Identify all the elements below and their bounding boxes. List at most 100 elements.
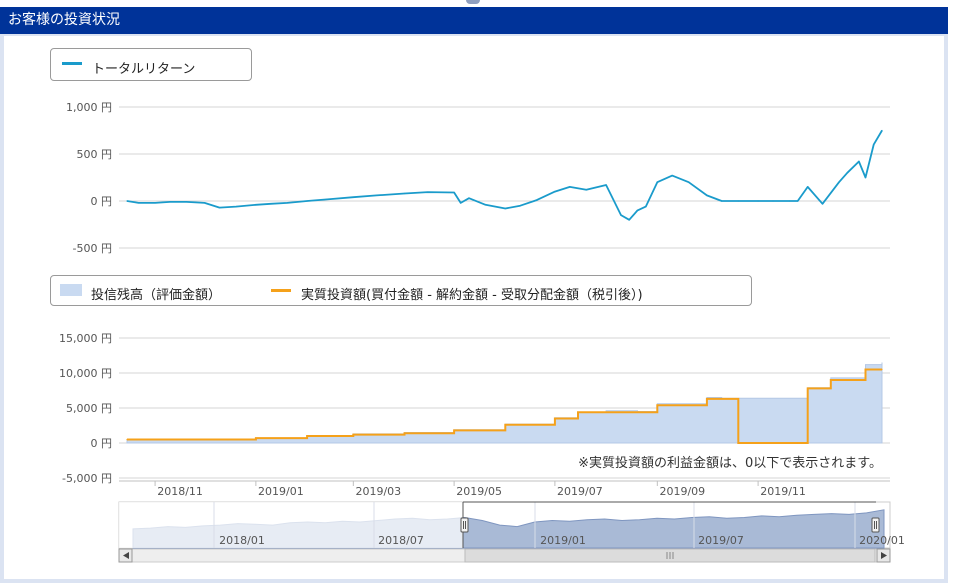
invested-point [864,368,867,371]
invested-point [605,411,607,413]
balance-chart: 15,000 円 10,000 円 5,000 円 0 円 -5,000 円 2018/1… [59,332,890,498]
invested-point [721,398,723,400]
invested-point [306,435,308,437]
return-point [656,181,658,183]
return-point [255,204,257,206]
return-point [737,200,739,202]
invested-point [577,411,579,413]
return-point [628,219,630,221]
top-y-tick-label: 500 円 [77,148,113,161]
bottom-x-tick-label: 2019/07 [557,485,603,498]
return-point [605,184,607,186]
return-point [864,176,867,179]
return-point [126,200,128,202]
top-y-tick-label: 1,000 円 [66,101,112,114]
invested-point [830,379,832,381]
invested-point [227,438,229,441]
bottom-y-tick-label: -5,000 円 [62,472,112,485]
return-point [218,207,221,209]
bottom-x-tick-label: 2019/03 [355,485,401,498]
bottom-x-tick-label: 2019/09 [659,485,705,498]
return-chart: 1,000 円 500 円 0 円 -500 円 [66,101,890,255]
bottom-x-tick-label: 2019/11 [760,485,806,498]
return-point [403,192,406,195]
return-point [757,200,759,202]
bottom-y-tick-label: 5,000 円 [66,402,112,415]
bottom-y-tick-label: 10,000 円 [59,367,112,380]
return-point [536,199,538,201]
return-point [204,202,206,204]
invested-point [881,368,883,371]
invested-point [255,437,257,439]
invested-point [504,424,506,426]
return-point [375,194,378,196]
top-y-tick-label: -500 円 [73,242,112,255]
return-point [569,186,571,188]
chart-canvas: 1,000 円 500 円 0 円 -500 円 15,000 円 10,000 円 5,… [59,101,905,563]
return-point [306,200,308,202]
invested-point [807,387,809,389]
invested-point [403,432,406,434]
return-point [821,203,824,205]
navigator-x-tick-label: 2019/07 [698,534,744,547]
return-point [329,198,331,200]
navigator-x-tick-label: 2019/01 [540,534,586,547]
invested-point [636,411,639,413]
return-point [504,207,506,210]
return-point [169,201,171,203]
return-point [772,200,774,202]
return-point [706,194,708,196]
invested-point [126,438,128,441]
return-point [484,204,487,206]
return-point [797,200,799,202]
invested-point [453,429,455,431]
return-point [519,205,521,207]
return-point [807,186,809,188]
bottom-x-tick-label: 2019/01 [258,485,304,498]
bottom-y-tick-label: 0 円 [91,437,113,450]
return-point [138,202,140,204]
range-navigator[interactable]: 2018/01 2018/07 2019/01 2019/07 2020/01 [118,501,905,563]
invested-point [554,417,556,420]
return-point [838,181,840,183]
return-point [286,202,288,204]
return-point [721,200,723,202]
navigator-right-handle[interactable] [871,517,880,533]
return-point [154,202,156,204]
return-point [788,200,791,202]
invested-point [656,404,658,406]
return-point [185,201,188,203]
return-point [468,197,470,199]
top-y-tick-label: 0 円 [91,195,113,208]
return-point [585,189,587,191]
return-point [645,206,647,208]
bottom-y-tick-label: 15,000 円 [59,332,112,345]
return-point [460,202,462,204]
return-series-line [126,130,883,221]
navigator-x-tick-label: 2020/01 [859,534,905,547]
bottom-x-tick-label: 2019/05 [456,485,502,498]
return-point [427,191,429,193]
return-point [620,214,622,216]
return-point [636,209,639,211]
navigator-x-tick-label: 2018/07 [378,534,424,547]
return-point [453,191,455,194]
chart-note: ※実質投資額の利益金額は、0以下で表示されます。 [578,455,882,471]
return-point [688,181,690,183]
navigator-x-tick-label: 2018/01 [219,534,265,547]
return-point [554,191,556,193]
bottom-x-tick-label: 2018/11 [157,485,203,498]
return-point [270,203,272,205]
navigator-left-handle[interactable] [460,517,469,533]
return-point [873,144,875,146]
return-point [671,175,673,177]
return-point [352,196,354,198]
return-point [858,160,860,163]
invested-point [797,442,799,444]
return-point [846,172,848,174]
return-point [881,129,883,132]
invested-point [352,434,354,436]
return-point [235,206,237,208]
invested-point [706,398,708,400]
invested-point [737,442,739,444]
